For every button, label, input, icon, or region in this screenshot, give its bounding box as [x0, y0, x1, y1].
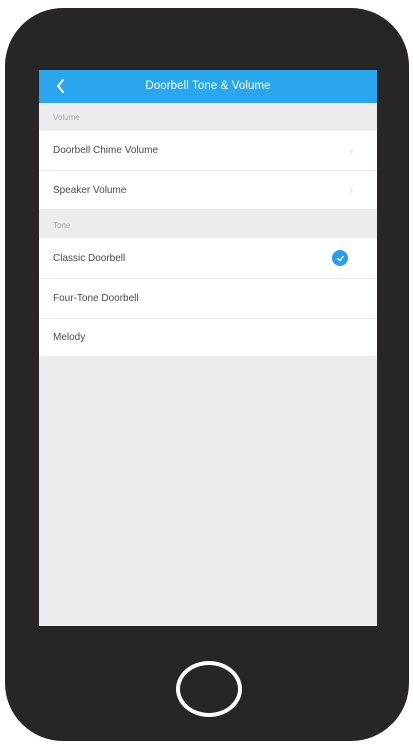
nav-header: Doorbell Tone & Volume — [39, 70, 377, 103]
home-button[interactable] — [176, 661, 242, 717]
section-label-tone: Tone — [53, 221, 71, 230]
row-classic-doorbell[interactable]: Classic Doorbell — [39, 238, 377, 278]
row-label: Classic Doorbell — [53, 252, 126, 264]
section-label-volume: Volume — [53, 113, 80, 122]
chevron-left-icon — [56, 79, 64, 93]
row-label: Speaker Volume — [53, 184, 127, 196]
chevron-right-icon: › — [350, 185, 353, 195]
chevron-right-icon: › — [350, 145, 353, 156]
check-circle-icon — [332, 250, 348, 266]
row-label: Four-Tone Doorbell — [53, 293, 139, 304]
page-title: Doorbell Tone & Volume — [145, 80, 271, 92]
app-screen: Doorbell Tone & Volume Volume Doorbell C… — [39, 70, 377, 626]
row-melody[interactable]: Melody — [39, 319, 377, 356]
row-speaker-volume[interactable]: Speaker Volume › — [39, 171, 377, 209]
row-label: Doorbell Chime Volume — [53, 145, 159, 156]
row-label: Melody — [53, 332, 86, 343]
back-button[interactable] — [51, 76, 69, 96]
row-four-tone-doorbell[interactable]: Four-Tone Doorbell — [39, 279, 377, 318]
row-doorbell-chime-volume[interactable]: Doorbell Chime Volume › — [39, 131, 377, 170]
